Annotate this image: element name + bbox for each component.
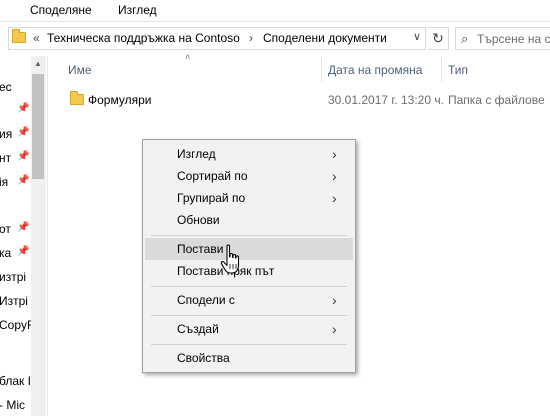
breadcrumb-contoso-support[interactable]: Техническа поддръжка на Contoso <box>47 31 240 45</box>
nav-item[interactable]: - Mic <box>0 398 25 412</box>
menu-item-group-by[interactable]: Групирай по › <box>145 187 353 209</box>
menu-item-refresh[interactable]: Обнови <box>145 209 353 231</box>
menu-item-label: Постави <box>177 242 224 256</box>
breadcrumb-shared-documents[interactable]: Споделени документи <box>263 31 387 45</box>
nav-item[interactable]: ия <box>0 127 12 141</box>
column-divider[interactable] <box>321 58 322 82</box>
refresh-button[interactable]: ↻ <box>428 27 449 50</box>
pin-icon: 📌 <box>17 175 30 186</box>
folder-icon <box>70 91 84 105</box>
file-name[interactable]: Формуляри <box>88 93 151 107</box>
ribbon: Споделяне Изглед <box>0 0 550 22</box>
menu-item-label: Групирай по <box>177 191 246 205</box>
menu-item-label: Създай <box>177 322 219 336</box>
pin-icon: 📌 <box>17 103 30 114</box>
submenu-arrow-icon: › <box>332 168 337 184</box>
scroll-up-icon[interactable]: ▲ <box>34 59 42 68</box>
nav-item[interactable]: CopyF <box>0 318 34 332</box>
menu-item-share-with[interactable]: Сподели с › <box>145 289 353 311</box>
sort-ascending-icon: ˄ <box>185 52 191 62</box>
menu-separator <box>151 235 347 236</box>
breadcrumb-separator-icon[interactable]: › <box>249 31 253 45</box>
menu-item-paste-shortcut[interactable]: Постави пряк път <box>145 260 353 282</box>
column-header-type[interactable]: Тип <box>448 63 468 77</box>
hand-pointer-icon <box>220 244 240 274</box>
tab-view[interactable]: Изглед <box>118 3 157 17</box>
pin-icon: 📌 <box>17 127 30 138</box>
menu-item-paste[interactable]: Постави <box>145 238 353 260</box>
submenu-arrow-icon: › <box>332 146 337 162</box>
nav-item[interactable]: ка <box>0 246 11 260</box>
submenu-arrow-icon: › <box>332 321 337 337</box>
nav-item[interactable]: изтрі <box>0 270 26 284</box>
nav-item[interactable]: блак I <box>0 374 31 388</box>
submenu-arrow-icon: › <box>332 292 337 308</box>
menu-separator <box>151 286 347 287</box>
nav-item[interactable]: ія <box>0 175 8 189</box>
address-dropdown-icon[interactable]: ∨ <box>413 30 421 43</box>
column-header-date[interactable]: Дата на промяна <box>328 63 422 77</box>
search-icon: ⌕ <box>461 31 469 46</box>
nav-item[interactable]: ес <box>0 80 12 94</box>
menu-item-label: Сподели с <box>177 293 235 307</box>
menu-item-new[interactable]: Създай › <box>145 318 353 340</box>
tab-share[interactable]: Споделяне <box>30 3 92 17</box>
nav-item[interactable]: от <box>0 222 11 236</box>
column-header-name[interactable]: Име <box>68 63 92 77</box>
pin-icon: 📌 <box>17 151 30 162</box>
menu-item-label: Сортирай по <box>177 169 248 183</box>
menu-item-label: Свойства <box>177 351 230 365</box>
menu-item-sort-by[interactable]: Сортирай по › <box>145 165 353 187</box>
nav-item[interactable]: нт <box>0 151 11 165</box>
menu-item-label: Обнови <box>177 213 220 227</box>
menu-item-view[interactable]: Изглед › <box>145 143 353 165</box>
menu-separator <box>151 315 347 316</box>
file-type: Папка с файлове <box>448 93 545 107</box>
search-placeholder: Търсене на сп <box>477 32 550 46</box>
address-bar[interactable]: « Техническа поддръжка на Contoso › Спод… <box>8 27 426 50</box>
context-menu: Изглед › Сортирай по › Групирай по › Обн… <box>142 139 356 373</box>
file-date: 30.01.2017 г. 13:20 ч. <box>328 93 444 107</box>
overflow-chevron[interactable]: « <box>33 31 40 45</box>
folder-icon <box>12 29 26 43</box>
pane-splitter[interactable] <box>47 56 48 416</box>
submenu-arrow-icon: › <box>332 190 337 206</box>
column-divider[interactable] <box>441 58 442 82</box>
search-input[interactable]: ⌕ Търсене на сп <box>455 27 550 50</box>
scroll-thumb[interactable] <box>32 74 44 179</box>
nav-item[interactable]: Изтрі <box>0 294 28 308</box>
menu-item-label: Изглед <box>177 147 216 161</box>
menu-separator <box>151 344 347 345</box>
nav-scrollbar[interactable]: ▲ <box>31 56 46 416</box>
menu-item-properties[interactable]: Свойства <box>145 347 353 369</box>
pin-icon: 📌 <box>17 222 30 233</box>
pin-icon: 📌 <box>17 246 30 257</box>
